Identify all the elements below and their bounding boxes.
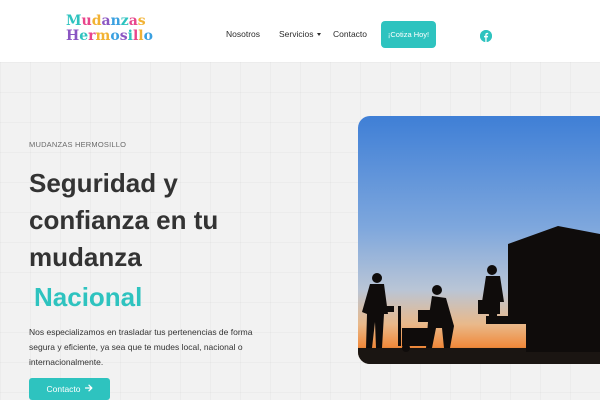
movers-silhouette-illustration [358,116,600,364]
logo[interactable]: Mudanzas Hermosillo [66,13,153,48]
chevron-down-icon [317,33,322,37]
hero-headline-line-1: Seguridad y [29,168,178,198]
contacto-button[interactable]: Contacto [29,378,110,400]
facebook-icon[interactable] [480,30,492,42]
hero-headline-line-2: confianza en tu [29,205,219,235]
cotiza-button[interactable]: ¡Cotiza Hoy! [381,21,436,48]
hero-image [358,116,600,364]
logo-line-2: Hermosillo [66,28,153,44]
contacto-button-label: Contacto [46,384,81,394]
hero-description: Nos especializamos en trasladar tus pert… [29,327,253,367]
logo-line-1: Mudanzas [66,13,146,29]
nav-servicios-label: Servicios [279,29,314,39]
arrow-right-icon [84,384,93,394]
hero-headline-line-3: mudanza [29,242,142,272]
hero-accent-word: Nacional [34,282,143,312]
site-header: Mudanzas Hermosillo Nosotros Servicios C… [0,0,600,62]
nav-nosotros[interactable]: Nosotros [226,29,260,39]
hero-eyebrow: MUDANZAS HERMOSILLO [29,140,127,149]
nav-contacto[interactable]: Contacto [333,29,367,39]
nav-servicios[interactable]: Servicios [279,29,322,39]
